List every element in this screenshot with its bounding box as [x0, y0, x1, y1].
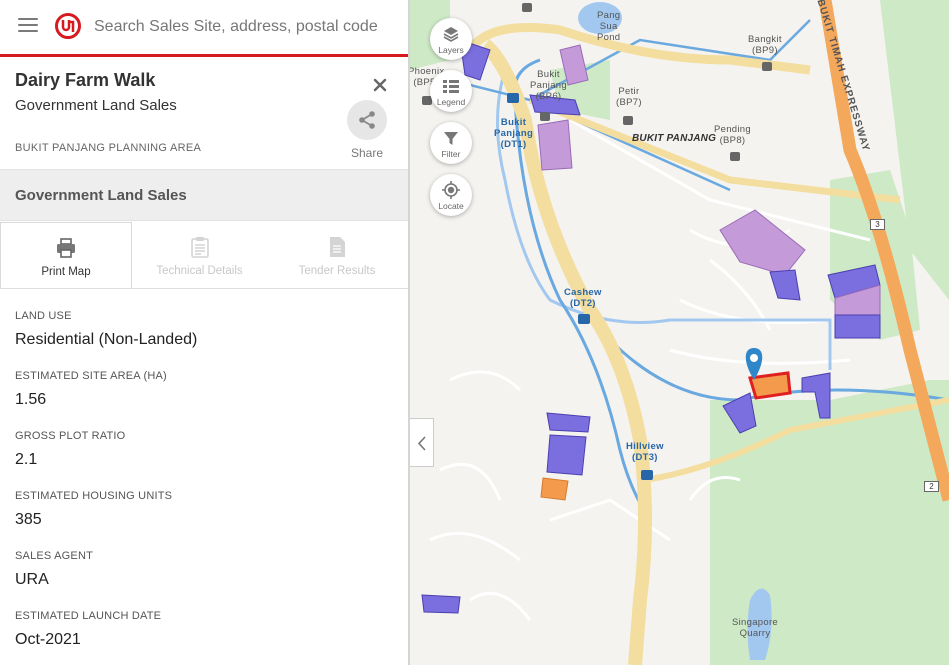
legend-button[interactable]: Legend: [430, 70, 472, 112]
tender-results-label: Tender Results: [298, 265, 376, 277]
glss-parcel[interactable]: [769, 269, 801, 301]
pang-sua-pond-label: Pang Sua Pond: [597, 10, 621, 43]
singapore-quarry-label: Singapore Quarry: [732, 617, 779, 639]
search-bar: [0, 0, 408, 54]
print-map-button[interactable]: Print Map: [0, 222, 132, 288]
site-area-field: ESTIMATED SITE AREA (HA) 1.56: [15, 360, 395, 420]
legend-icon: [443, 80, 459, 93]
glss-parcel[interactable]: [546, 412, 591, 433]
field-value: 385: [15, 511, 42, 528]
document-icon: [330, 237, 345, 257]
search-input[interactable]: [94, 14, 378, 40]
selected-site-parcel[interactable]: [748, 371, 792, 400]
filter-button[interactable]: Filter: [430, 122, 472, 164]
field-label: ESTIMATED LAUNCH DATE: [15, 610, 162, 622]
map-canvas[interactable]: Bukit Panjang (DT1) Cashew (DT2) Hillview (D…: [410, 0, 949, 665]
field-label: GROSS PLOT RATIO: [15, 430, 126, 442]
field-label: LAND USE: [15, 310, 72, 322]
bukit-panjang-area-label: BUKIT PANJANG: [632, 133, 717, 144]
sales-agent-field: SALES AGENT URA: [15, 540, 395, 600]
site-subtitle: Government Land Sales: [15, 97, 177, 114]
location-pin-icon[interactable]: [745, 348, 763, 380]
plot-ratio-field: GROSS PLOT RATIO 2.1: [15, 420, 395, 480]
print-map-label: Print Map: [41, 266, 91, 278]
map-base-layer[interactable]: [410, 0, 949, 665]
app-root: Dairy Farm Walk Government Land Sales BU…: [0, 0, 949, 665]
action-tabs: Print Map Technical Details Tender Resul…: [0, 222, 408, 289]
glss-parcel[interactable]: [421, 594, 461, 614]
petir-bp7-label: Petir (BP7): [616, 86, 642, 108]
chevron-left-icon: [417, 436, 426, 451]
section-header: Government Land Sales: [0, 169, 408, 221]
road-shield: 3: [870, 219, 885, 230]
locate-icon: [442, 181, 460, 199]
ura-logo[interactable]: [55, 13, 81, 39]
site-header: Dairy Farm Walk Government Land Sales BU…: [0, 57, 408, 169]
clipboard-icon: [190, 237, 209, 258]
technical-details-label: Technical Details: [156, 265, 243, 277]
locate-button[interactable]: Locate: [430, 174, 472, 216]
hamburger-menu-icon[interactable]: [18, 18, 38, 34]
field-value: URA: [15, 571, 49, 588]
field-value: 1.56: [15, 391, 47, 408]
locate-label: Locate: [438, 201, 464, 211]
cashew-dt2-label: Cashew (DT2): [564, 287, 602, 309]
housing-units-field: ESTIMATED HOUSING UNITS 385: [15, 480, 395, 540]
field-label: SALES AGENT: [15, 550, 94, 562]
tender-results-button[interactable]: Tender Results: [267, 222, 407, 288]
section-title: Government Land Sales: [15, 187, 187, 204]
hillview-dt3-label: Hillview (DT3): [626, 441, 664, 463]
legend-label: Legend: [436, 97, 466, 107]
glss-parcel[interactable]: [834, 314, 881, 339]
filter-label: Filter: [441, 149, 461, 159]
printer-icon: [57, 238, 75, 258]
orange-parcel[interactable]: [540, 477, 569, 501]
pending-bp8-label: Pending (BP8): [714, 124, 751, 146]
upcoming-parcel[interactable]: [537, 119, 573, 171]
site-attributes: LAND USE Residential (Non-Landed) ESTIMA…: [15, 300, 395, 660]
bukit-panjang-dt1-label: Bukit Panjang (DT1): [494, 117, 534, 150]
site-title: Dairy Farm Walk: [15, 70, 156, 90]
bangkit-bp9-label: Bangkit (BP9): [748, 34, 782, 56]
technical-details-button[interactable]: Technical Details: [132, 222, 267, 288]
launch-date-field: ESTIMATED LAUNCH DATE Oct-2021: [15, 600, 395, 660]
share-button[interactable]: Share: [347, 100, 387, 160]
site-details-panel: Dairy Farm Walk Government Land Sales BU…: [0, 0, 410, 665]
planning-area-label: BUKIT PANJANG PLANNING AREA: [15, 142, 202, 154]
collapse-panel-button[interactable]: [410, 418, 434, 467]
bukit-panjang-bp6-label: Bukit Panjang (BP6): [530, 69, 567, 102]
road-shield: 2: [924, 481, 939, 492]
filter-icon: [444, 132, 458, 145]
field-label: ESTIMATED HOUSING UNITS: [15, 490, 173, 502]
layers-label: Layers: [438, 45, 464, 55]
field-value: Oct-2021: [15, 631, 81, 648]
land-use-field: LAND USE Residential (Non-Landed): [15, 300, 395, 360]
field-value: Residential (Non-Landed): [15, 331, 198, 348]
field-value: 2.1: [15, 451, 38, 468]
field-label: ESTIMATED SITE AREA (HA): [15, 370, 167, 382]
glss-parcel[interactable]: [546, 434, 587, 476]
close-icon[interactable]: [372, 77, 388, 93]
share-label: Share: [350, 146, 384, 160]
layers-icon: [443, 27, 459, 42]
layers-button[interactable]: Layers: [430, 18, 472, 60]
share-icon: [347, 100, 387, 140]
